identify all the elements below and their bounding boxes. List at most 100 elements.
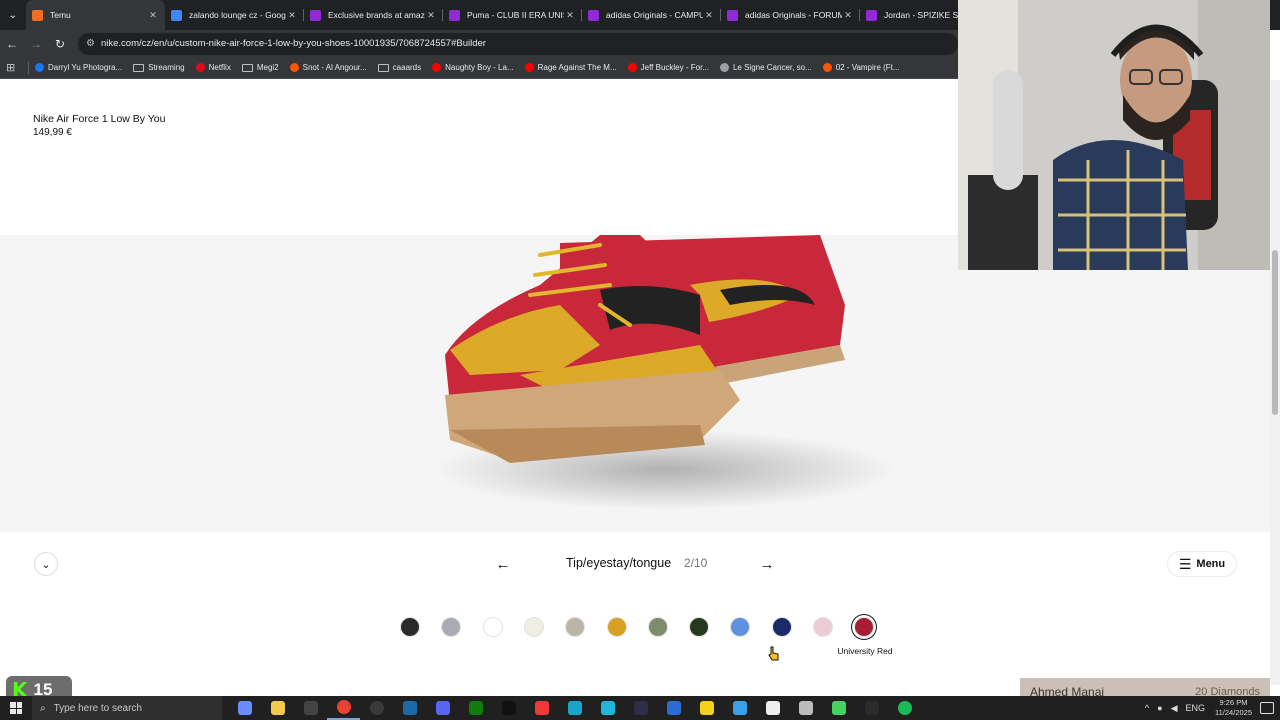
app-green-play-icon [831, 701, 846, 715]
taskbar-app-tiktok[interactable] [492, 696, 525, 720]
taskbar-app-steam[interactable] [393, 696, 426, 720]
browser-tab[interactable]: Puma - CLUB II ERA UNISEX✕ [443, 0, 582, 30]
color-swatch[interactable] [565, 617, 586, 637]
taskbar-app-app-sky[interactable] [723, 696, 756, 720]
color-swatch[interactable] [771, 617, 792, 637]
close-tab-icon[interactable]: ✕ [425, 10, 437, 21]
color-swatch[interactable] [730, 617, 751, 637]
hamburger-icon: ☰ [1178, 555, 1192, 572]
scrollbar-thumb[interactable] [1272, 250, 1278, 415]
bookmark-item[interactable]: Megi2 [241, 63, 279, 72]
collapse-chevron-icon[interactable]: ⌄ [34, 552, 58, 576]
tab-title: adidas Originals - CAMPUS [606, 10, 703, 20]
builder-controls: ⌄ ← Tip/eyestay/tongue 2/10 → ☰ Menu [0, 548, 1270, 580]
taskbar-app-app-green-play[interactable] [822, 696, 855, 720]
tab-search-chevron-icon[interactable]: ⌄ [0, 0, 26, 30]
color-swatch[interactable] [813, 617, 833, 637]
bookmark-item[interactable]: 02 - Vampire (Ft... [822, 63, 900, 72]
folder-icon [377, 63, 389, 72]
close-tab-icon[interactable]: ✕ [147, 10, 159, 21]
close-tab-icon[interactable]: ✕ [286, 10, 298, 21]
bookmark-item[interactable]: Le Signe Cancer, so... [719, 63, 812, 72]
taskbar-app-app-blue[interactable] [657, 696, 690, 720]
color-swatch[interactable] [482, 617, 503, 637]
taskbar-app-capcut[interactable] [756, 696, 789, 720]
close-tab-icon[interactable]: ✕ [564, 10, 576, 21]
bookmark-item[interactable]: caaards [377, 63, 421, 72]
color-swatch[interactable] [854, 617, 875, 637]
taskbar-app-app-m[interactable] [558, 696, 591, 720]
bookmark-item[interactable]: Rage Against The M... [524, 63, 617, 72]
file-explorer-icon [270, 701, 285, 715]
bookmark-label: Rage Against The M... [537, 63, 617, 72]
apps-grid-icon[interactable]: ⊞ [6, 61, 26, 74]
color-swatch[interactable] [689, 617, 710, 637]
language-indicator[interactable]: ENG [1186, 703, 1206, 713]
taskbar-app-app-dark[interactable] [624, 696, 657, 720]
obs-icon [369, 701, 384, 715]
taskbar-app-copilot[interactable] [228, 696, 261, 720]
taskbar-app-spotify[interactable] [888, 696, 921, 720]
taskbar-app-discord-alt[interactable] [426, 696, 459, 720]
close-tab-icon[interactable]: ✕ [703, 10, 715, 21]
taskbar-app-epic-games[interactable] [294, 696, 327, 720]
app-terminal-icon [864, 701, 879, 715]
site-info-icon[interactable]: ⚙ [86, 38, 95, 49]
taskbar-app-app-yellow[interactable] [690, 696, 723, 720]
folder-icon [133, 63, 145, 72]
windows-taskbar: ⌕ Type here to search ^ ● ◀ ENG 9:26 PM … [0, 696, 1280, 720]
bookmark-label: Snot - Al Angour... [302, 63, 367, 72]
start-button[interactable] [0, 696, 32, 720]
browser-tab[interactable]: adidas Originals - CAMPUS ✕ [582, 0, 721, 30]
microphone-icon[interactable]: ● [1157, 703, 1162, 713]
browser-tab[interactable]: adidas Originals - FORUM ✕ [721, 0, 860, 30]
taskbar-clock[interactable]: 9:26 PM 11/24/2025 [1215, 698, 1252, 718]
taskbar-app-xbox[interactable] [459, 696, 492, 720]
bookmark-item[interactable]: Netflix [195, 63, 231, 72]
taskbar-app-file-explorer[interactable] [261, 696, 294, 720]
menu-button[interactable]: ☰ Menu [1167, 551, 1237, 577]
taskbar-app-chrome[interactable] [327, 696, 360, 720]
steam-icon [402, 701, 417, 715]
bookmark-label: Jeff Buckley - For... [640, 63, 709, 72]
volume-icon[interactable]: ◀ [1171, 703, 1178, 714]
color-swatch[interactable] [400, 617, 420, 637]
next-step-arrow-icon[interactable]: → [755, 552, 779, 576]
taskbar-search-box[interactable]: ⌕ Type here to search [32, 696, 222, 720]
bookmark-label: Darryl Yu Photogra... [48, 63, 123, 72]
reload-icon[interactable]: ↻ [48, 32, 72, 56]
tab-favicon-icon [171, 9, 182, 21]
color-swatch[interactable] [523, 617, 544, 637]
browser-tab[interactable]: Exclusive brands at amazing✕ [304, 0, 443, 30]
taskbar-app-vivaldi[interactable] [525, 696, 558, 720]
notification-icon[interactable] [1260, 702, 1274, 714]
taskbar-app-app-terminal[interactable] [855, 696, 888, 720]
shoe-preview-stage[interactable] [0, 235, 1270, 532]
bookmark-label: Netflix [208, 63, 231, 72]
previous-step-arrow-icon[interactable]: ← [491, 552, 515, 576]
taskbar-app-obs[interactable] [360, 696, 393, 720]
address-bar[interactable]: ⚙ nike.com/cz/en/u/custom-nike-air-force… [78, 32, 958, 55]
bookmark-item[interactable]: Jeff Buckley - For... [627, 63, 709, 72]
bookmark-item[interactable]: Naughty Boy - La... [432, 63, 514, 72]
browser-toolbar: ← → ↻ ⚙ nike.com/cz/en/u/custom-nike-air… [0, 30, 958, 57]
bookmark-item[interactable]: Darryl Yu Photogra... [35, 63, 122, 72]
color-swatch[interactable] [647, 617, 668, 637]
browser-tab[interactable]: Temu ✕ [26, 0, 165, 30]
page-scrollbar[interactable] [1270, 80, 1280, 685]
close-tab-icon[interactable]: ✕ [842, 10, 854, 21]
chevron-up-icon[interactable]: ^ [1145, 703, 1149, 713]
color-swatch[interactable] [441, 617, 462, 637]
taskbar-app-app-cyan[interactable] [591, 696, 624, 720]
tab-title: zalando lounge cz - Google [189, 10, 286, 20]
forward-arrow-icon[interactable]: → [24, 32, 48, 56]
app-m-icon [567, 701, 582, 715]
bookmark-favicon-icon [432, 63, 442, 72]
shoe-image [435, 235, 895, 510]
browser-tab[interactable]: zalando lounge cz - Google ✕ [165, 0, 304, 30]
color-swatch[interactable] [606, 617, 627, 637]
bookmark-item[interactable]: Snot - Al Angour... [289, 63, 367, 72]
back-arrow-icon[interactable]: ← [0, 32, 24, 56]
bookmark-item[interactable]: Streaming [133, 63, 185, 72]
taskbar-app-app-g[interactable] [789, 696, 822, 720]
